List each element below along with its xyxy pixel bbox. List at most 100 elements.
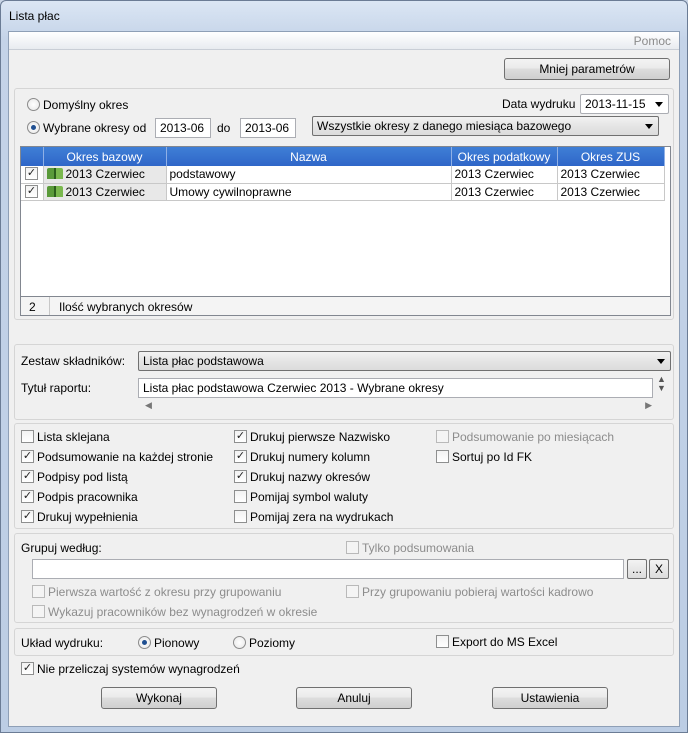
period-scope-select[interactable]: Wszystkie okresy z danego miesiąca bazow… bbox=[312, 116, 659, 136]
default-period-label: Domyślny okres bbox=[43, 98, 129, 112]
period-from-input[interactable]: 2013-06 bbox=[155, 118, 211, 138]
browse-button[interactable]: ... bbox=[627, 559, 647, 579]
chevron-down-icon bbox=[655, 102, 663, 107]
option-label: Sortuj po Id FK bbox=[452, 450, 533, 464]
column-header[interactable]: Okres podatkowy bbox=[451, 147, 558, 166]
cell-tax-period: 2013 Czerwiec bbox=[451, 183, 558, 201]
option-label: Pomijaj zera na wydrukach bbox=[250, 510, 394, 524]
selected-count-bar: 2 Ilość wybranych okresów bbox=[20, 296, 671, 316]
export-excel-checkbox[interactable] bbox=[436, 635, 449, 648]
export-excel-label: Export do MS Excel bbox=[452, 635, 558, 649]
scroll-up-icon[interactable]: ▲ ▼ bbox=[657, 375, 666, 393]
cell-name: Umowy cywilnoprawne bbox=[166, 183, 452, 201]
print-fills-checkbox[interactable]: ✓ bbox=[21, 510, 34, 523]
option-label: Drukuj wypełnienia bbox=[37, 510, 138, 524]
book-icon bbox=[46, 168, 63, 180]
report-title-label: Tytuł raportu: bbox=[21, 381, 92, 395]
payroll-window: Lista płac Pomoc Mniej parametrów Domyśl… bbox=[0, 0, 688, 733]
monthly-summary-checkbox[interactable] bbox=[436, 430, 449, 443]
run-button[interactable]: Wykonaj bbox=[101, 687, 217, 709]
row-checkbox[interactable]: ✓ bbox=[25, 184, 38, 198]
cell-zus-period: 2013 Czerwiec bbox=[557, 166, 665, 184]
employee-signature-checkbox[interactable]: ✓ bbox=[21, 490, 34, 503]
skip-currency-symbol-checkbox[interactable] bbox=[234, 490, 247, 503]
cell-base-period: 2013 Czerwiec bbox=[65, 167, 145, 182]
option-label: Drukuj nazwy okresów bbox=[250, 470, 371, 484]
summary-only-checkbox[interactable] bbox=[346, 541, 359, 554]
chevron-down-icon bbox=[645, 124, 653, 129]
option-label: Podpis pracownika bbox=[37, 490, 138, 504]
option-label: Lista sklejana bbox=[37, 430, 110, 444]
no-recalc-checkbox[interactable]: ✓ bbox=[21, 662, 34, 675]
layout-panel bbox=[14, 628, 674, 656]
report-title-input[interactable]: Lista płac podstawowa Czerwiec 2013 - Wy… bbox=[138, 378, 653, 398]
print-date-label: Data wydruku bbox=[502, 97, 576, 111]
portrait-label: Pionowy bbox=[154, 636, 200, 650]
print-surname-first-checkbox[interactable]: ✓ bbox=[234, 430, 247, 443]
components-select[interactable]: Lista płac podstawowa bbox=[138, 351, 671, 371]
chevron-down-icon bbox=[657, 359, 665, 364]
option-label: Podpisy pod listą bbox=[37, 470, 128, 484]
summary-each-page-checkbox[interactable]: ✓ bbox=[21, 450, 34, 463]
print-date-picker[interactable]: 2013-11-15 bbox=[580, 94, 669, 114]
book-icon bbox=[46, 185, 63, 197]
selected-count: 2 bbox=[29, 300, 36, 314]
layout-label: Układ wydruku: bbox=[21, 636, 104, 650]
settings-button[interactable]: Ustawienia bbox=[492, 687, 608, 709]
dialog-client: Pomoc Mniej parametrów Domyślny okres Wy… bbox=[8, 31, 680, 727]
period-scope-value: Wszystkie okresy z danego miesiąca bazow… bbox=[317, 119, 572, 133]
table-row[interactable]: ✓ 2013 Czerwiec podstawowy 2013 Czerwiec… bbox=[21, 166, 665, 184]
signatures-under-list-checkbox[interactable]: ✓ bbox=[21, 470, 34, 483]
grouping-input[interactable] bbox=[32, 559, 624, 579]
components-label: Zestaw składników: bbox=[21, 354, 126, 368]
portrait-radio[interactable] bbox=[138, 636, 151, 649]
selected-count-label: Ilość wybranych okresów bbox=[59, 300, 193, 314]
clear-grouping-button[interactable]: X bbox=[649, 559, 669, 579]
cancel-button[interactable]: Anuluj bbox=[296, 687, 412, 709]
option-label: Podsumowanie po miesiącach bbox=[452, 430, 615, 444]
column-header[interactable]: Okres bazowy bbox=[43, 147, 167, 166]
select-column-header bbox=[21, 147, 44, 166]
first-value-checkbox[interactable] bbox=[32, 585, 45, 598]
no-pay-employees-label: Wykazuj pracowników bez wynagrodzeń w ok… bbox=[48, 605, 318, 619]
landscape-label: Poziomy bbox=[249, 636, 296, 650]
window-title: Lista płac bbox=[9, 9, 60, 23]
column-header[interactable]: Nazwa bbox=[166, 147, 452, 166]
summary-only-label: Tylko podsumowania bbox=[362, 541, 475, 555]
help-link[interactable]: Pomoc bbox=[634, 34, 671, 48]
selected-periods-label: Wybrane okresy od bbox=[43, 121, 147, 135]
default-period-radio[interactable] bbox=[27, 98, 40, 111]
cell-tax-period: 2013 Czerwiec bbox=[451, 166, 558, 184]
periods-table: Okres bazowy Nazwa Okres podatkowy Okres… bbox=[20, 146, 671, 298]
horizontal-scrollbar[interactable]: ◀ ▶ bbox=[137, 399, 652, 413]
print-period-names-checkbox[interactable]: ✓ bbox=[234, 470, 247, 483]
option-label: Pomijaj symbol waluty bbox=[250, 490, 369, 504]
selected-periods-radio[interactable] bbox=[27, 121, 40, 134]
print-column-numbers-checkbox[interactable]: ✓ bbox=[234, 450, 247, 463]
cell-base-period: 2013 Czerwiec bbox=[65, 184, 145, 199]
skip-zeros-checkbox[interactable] bbox=[234, 510, 247, 523]
sort-by-fk-id-checkbox[interactable] bbox=[436, 450, 449, 463]
period-to-label: do bbox=[217, 121, 231, 135]
hr-values-checkbox[interactable] bbox=[346, 585, 359, 598]
option-label: Drukuj numery kolumn bbox=[250, 450, 371, 464]
table-header: Okres bazowy Nazwa Okres podatkowy Okres… bbox=[21, 147, 665, 166]
scroll-left-icon[interactable]: ◀ bbox=[145, 400, 152, 411]
cell-name: podstawowy bbox=[166, 166, 452, 184]
print-date-value: 2013-11-15 bbox=[585, 97, 646, 111]
column-header[interactable]: Okres ZUS bbox=[557, 147, 665, 166]
hr-values-label: Przy grupowaniu pobieraj wartości kadrow… bbox=[362, 585, 594, 599]
period-to-input[interactable]: 2013-06 bbox=[240, 118, 296, 138]
row-checkbox[interactable]: ✓ bbox=[25, 167, 38, 180]
no-pay-employees-checkbox[interactable] bbox=[32, 605, 45, 618]
components-value: Lista płac podstawowa bbox=[143, 354, 264, 368]
glued-list-checkbox[interactable] bbox=[21, 430, 34, 443]
less-parameters-button[interactable]: Mniej parametrów bbox=[504, 58, 670, 80]
landscape-radio[interactable] bbox=[233, 636, 246, 649]
cell-zus-period: 2013 Czerwiec bbox=[557, 183, 665, 201]
first-value-label: Pierwsza wartość z okresu przy grupowani… bbox=[48, 585, 282, 599]
no-recalc-label: Nie przeliczaj systemów wynagrodzeń bbox=[37, 662, 240, 676]
option-label: Drukuj pierwsze Nazwisko bbox=[250, 430, 391, 444]
scroll-right-icon[interactable]: ▶ bbox=[645, 400, 652, 411]
table-row[interactable]: ✓ 2013 Czerwiec Umowy cywilnoprawne 2013… bbox=[21, 183, 665, 201]
